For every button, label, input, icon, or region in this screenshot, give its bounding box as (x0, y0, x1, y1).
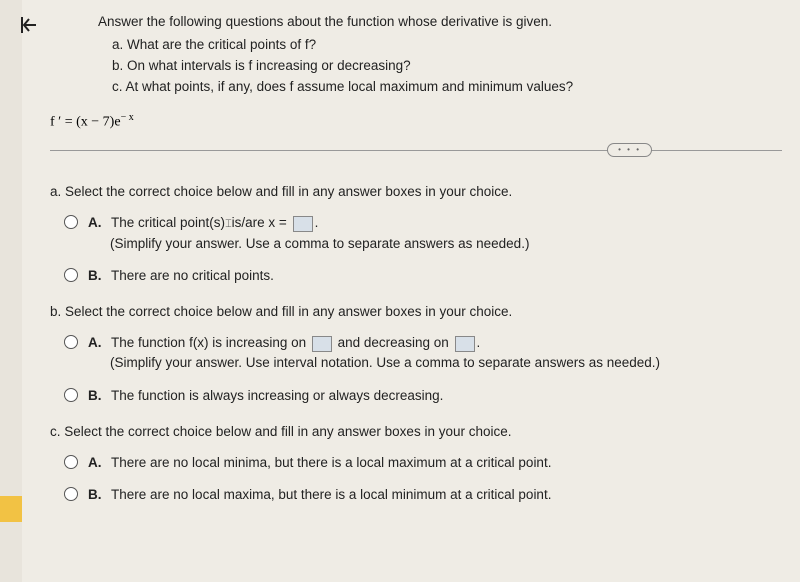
section-a-prompt: a. Select the correct choice below and f… (50, 184, 782, 199)
choice-label: A. (88, 215, 102, 230)
choice-label: B. (88, 388, 102, 403)
choice-body: B. The function is always increasing or … (88, 386, 782, 406)
choice-text-1: The function f(x) is increasing on (111, 335, 306, 350)
back-button[interactable] (14, 10, 44, 40)
question-header: Answer the following questions about the… (98, 12, 782, 98)
choice-text-2: is/are x = (232, 215, 287, 230)
choice-body: A. There are no local minima, but there … (88, 453, 782, 473)
radio-icon[interactable] (64, 388, 78, 402)
cursor-icon: ⌶ (225, 216, 232, 233)
divider (50, 150, 782, 151)
choice-label: B. (88, 268, 102, 283)
section-b-prompt: b. Select the correct choice below and f… (50, 304, 782, 319)
answer-blank[interactable] (293, 216, 313, 232)
section-c-prompt: c. Select the correct choice below and f… (50, 424, 782, 439)
choice-c-A[interactable]: A. There are no local minima, but there … (64, 453, 782, 473)
choice-b-A[interactable]: A. The function f(x) is increasing on an… (64, 333, 782, 374)
choice-label: A. (88, 455, 102, 470)
intro-text: Answer the following questions about the… (98, 12, 782, 33)
choice-body: A. The function f(x) is increasing on an… (88, 333, 782, 374)
radio-icon[interactable] (64, 268, 78, 282)
sub-question-a: a. What are the critical points of f? (112, 35, 782, 56)
radio-icon[interactable] (64, 455, 78, 469)
expand-badge[interactable]: • • • (607, 143, 652, 157)
choice-b-B[interactable]: B. The function is always increasing or … (64, 386, 782, 406)
choice-text: There are no local maxima, but there is … (111, 487, 551, 502)
period: . (315, 215, 319, 230)
choice-a-A[interactable]: A. The critical point(s)⌶is/are x = . (S… (64, 213, 782, 254)
radio-icon[interactable] (64, 335, 78, 349)
choice-hint: (Simplify your answer. Use interval nota… (110, 353, 660, 373)
back-arrow-icon (18, 14, 40, 36)
formula-exponent: − x (121, 112, 134, 123)
choice-hint: (Simplify your answer. Use a comma to se… (110, 234, 529, 254)
divider-wrap: • • • (50, 150, 782, 166)
formula-lhs: f ′ = (x − 7)e (50, 114, 121, 129)
choice-body: B. There are no local maxima, but there … (88, 485, 782, 505)
formula: f ′ = (x − 7)e− x (50, 112, 782, 131)
answer-blank[interactable] (455, 336, 475, 352)
sub-question-c: c. At what points, if any, does f assume… (112, 77, 782, 98)
choice-text: There are no critical points. (111, 268, 274, 283)
radio-icon[interactable] (64, 487, 78, 501)
section-c: c. Select the correct choice below and f… (50, 424, 782, 506)
section-b: b. Select the correct choice below and f… (50, 304, 782, 406)
period: . (477, 335, 481, 350)
choice-body: B. There are no critical points. (88, 266, 782, 286)
radio-icon[interactable] (64, 215, 78, 229)
section-a: a. Select the correct choice below and f… (50, 184, 782, 286)
choice-text: The function is always increasing or alw… (111, 388, 443, 403)
choice-body: A. The critical point(s)⌶is/are x = . (S… (88, 213, 782, 254)
choice-label: B. (88, 487, 102, 502)
sub-question-b: b. On what intervals is f increasing or … (112, 56, 782, 77)
choice-text-1: The critical point(s) (111, 215, 225, 230)
choice-a-B[interactable]: B. There are no critical points. (64, 266, 782, 286)
choice-text: There are no local minima, but there is … (111, 455, 551, 470)
choice-text-2: and decreasing on (338, 335, 449, 350)
choice-label: A. (88, 335, 102, 350)
yellow-tab (0, 496, 22, 522)
answer-blank[interactable] (312, 336, 332, 352)
choice-c-B[interactable]: B. There are no local maxima, but there … (64, 485, 782, 505)
page: Answer the following questions about the… (22, 0, 800, 582)
